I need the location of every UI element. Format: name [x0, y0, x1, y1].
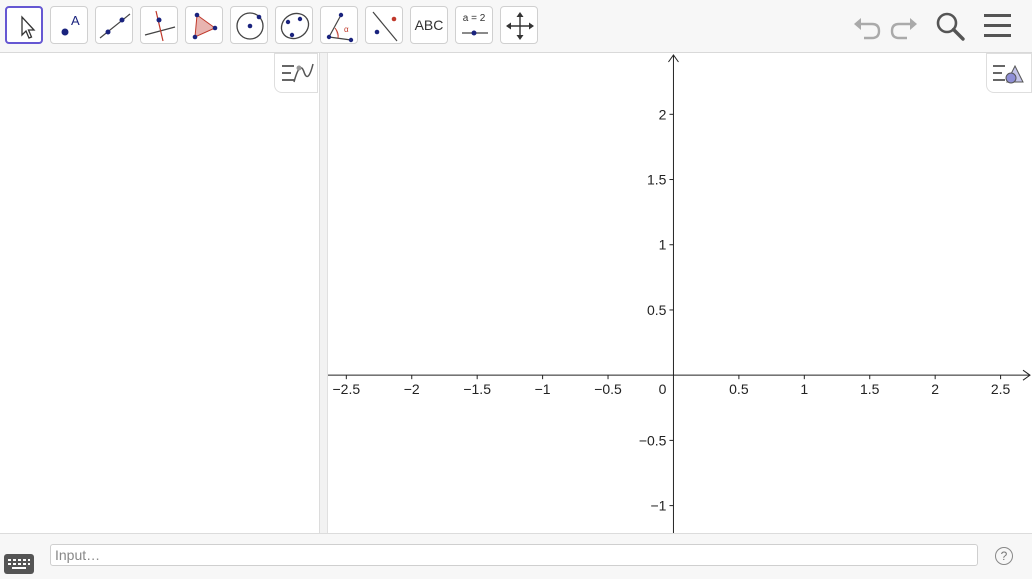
x-tick-label: −2.5 [332, 381, 360, 397]
move-graphics-view-tool-button[interactable] [500, 6, 538, 44]
x-tick-label: −1 [535, 381, 551, 397]
svg-text:A: A [71, 13, 80, 28]
graphics-style-bar-icon [993, 64, 1024, 84]
angle-tool-button[interactable]: α [320, 6, 358, 44]
x-tick-label: −2 [404, 381, 420, 397]
menu-icon [984, 14, 1011, 37]
point-tool-button[interactable]: A [50, 6, 88, 44]
algebra-view[interactable] [0, 53, 320, 533]
graphics-view[interactable]: −2.5 −2 −1.5 −1 −0.5 0.5 1 1.5 2 2.5 2 1.5 1 0.5 −0.5 −… [328, 53, 1032, 533]
y-tick-label: 1 [659, 237, 667, 253]
ellipse-icon [280, 12, 310, 40]
graphics-style-bar-button[interactable] [986, 53, 1032, 93]
x-tick-label: 2 [931, 381, 939, 397]
polygon-icon [192, 12, 218, 40]
y-tick-label: 1.5 [647, 172, 667, 188]
x-tick-label: 2.5 [991, 381, 1011, 397]
graphics-axes: −2.5 −2 −1.5 −1 −0.5 0.5 1 1.5 2 2.5 2 1.5 1 0.5 −0.5 −… [328, 54, 1031, 533]
point-icon: A [61, 13, 80, 36]
y-tick-label: −1 [650, 498, 666, 514]
perpendicular-line-tool-button[interactable] [140, 6, 178, 44]
y-tick-label: 0.5 [647, 302, 667, 318]
x-tick-label: −0.5 [594, 381, 622, 397]
input-bar: ? [0, 533, 1032, 579]
move-arrows-icon [506, 12, 534, 40]
search-button[interactable] [932, 8, 968, 44]
slider-tool-button[interactable]: a = 2 [455, 6, 493, 44]
keyboard-button[interactable] [4, 554, 34, 574]
perpendicular-line-icon [144, 10, 176, 42]
menu-button[interactable] [980, 8, 1016, 44]
origin-label: 0 [659, 381, 667, 397]
search-icon [936, 12, 965, 41]
y-tick-label: 2 [659, 106, 667, 122]
text-tool-button[interactable]: ABC [410, 6, 448, 44]
conic-tool-button[interactable] [275, 6, 313, 44]
line-through-two-points-icon [99, 13, 131, 39]
polygon-tool-button[interactable] [185, 6, 223, 44]
view-splitter[interactable] [320, 53, 328, 533]
algebra-input-field[interactable] [50, 544, 978, 566]
undo-icon [854, 18, 881, 40]
toolbar: A α ABC a = 2 [0, 0, 1032, 53]
help-button[interactable]: ? [995, 547, 1013, 565]
algebra-style-bar-button[interactable] [274, 53, 318, 93]
redo-icon [890, 18, 917, 40]
redo-button[interactable] [886, 8, 922, 44]
svg-text:α: α [344, 25, 349, 34]
reflect-about-line-icon [372, 11, 398, 42]
move-tool-button[interactable] [5, 6, 43, 44]
x-tick-label: −1.5 [463, 381, 491, 397]
algebra-style-bar-icon [282, 63, 314, 83]
reflect-tool-button[interactable] [365, 6, 403, 44]
circle-tool-button[interactable] [230, 6, 268, 44]
circle-center-point-icon [236, 12, 264, 40]
angle-icon: α [326, 12, 354, 43]
x-tick-label: 0.5 [729, 381, 749, 397]
x-tick-label: 1 [800, 381, 808, 397]
line-tool-button[interactable] [95, 6, 133, 44]
slider-icon [462, 30, 488, 36]
text-icon: ABC [414, 17, 444, 33]
keyboard-icon [8, 559, 30, 569]
cursor-arrow-icon [21, 15, 36, 39]
x-tick-label: 1.5 [860, 381, 880, 397]
y-tick-label: −0.5 [639, 432, 667, 448]
undo-button[interactable] [849, 8, 885, 44]
